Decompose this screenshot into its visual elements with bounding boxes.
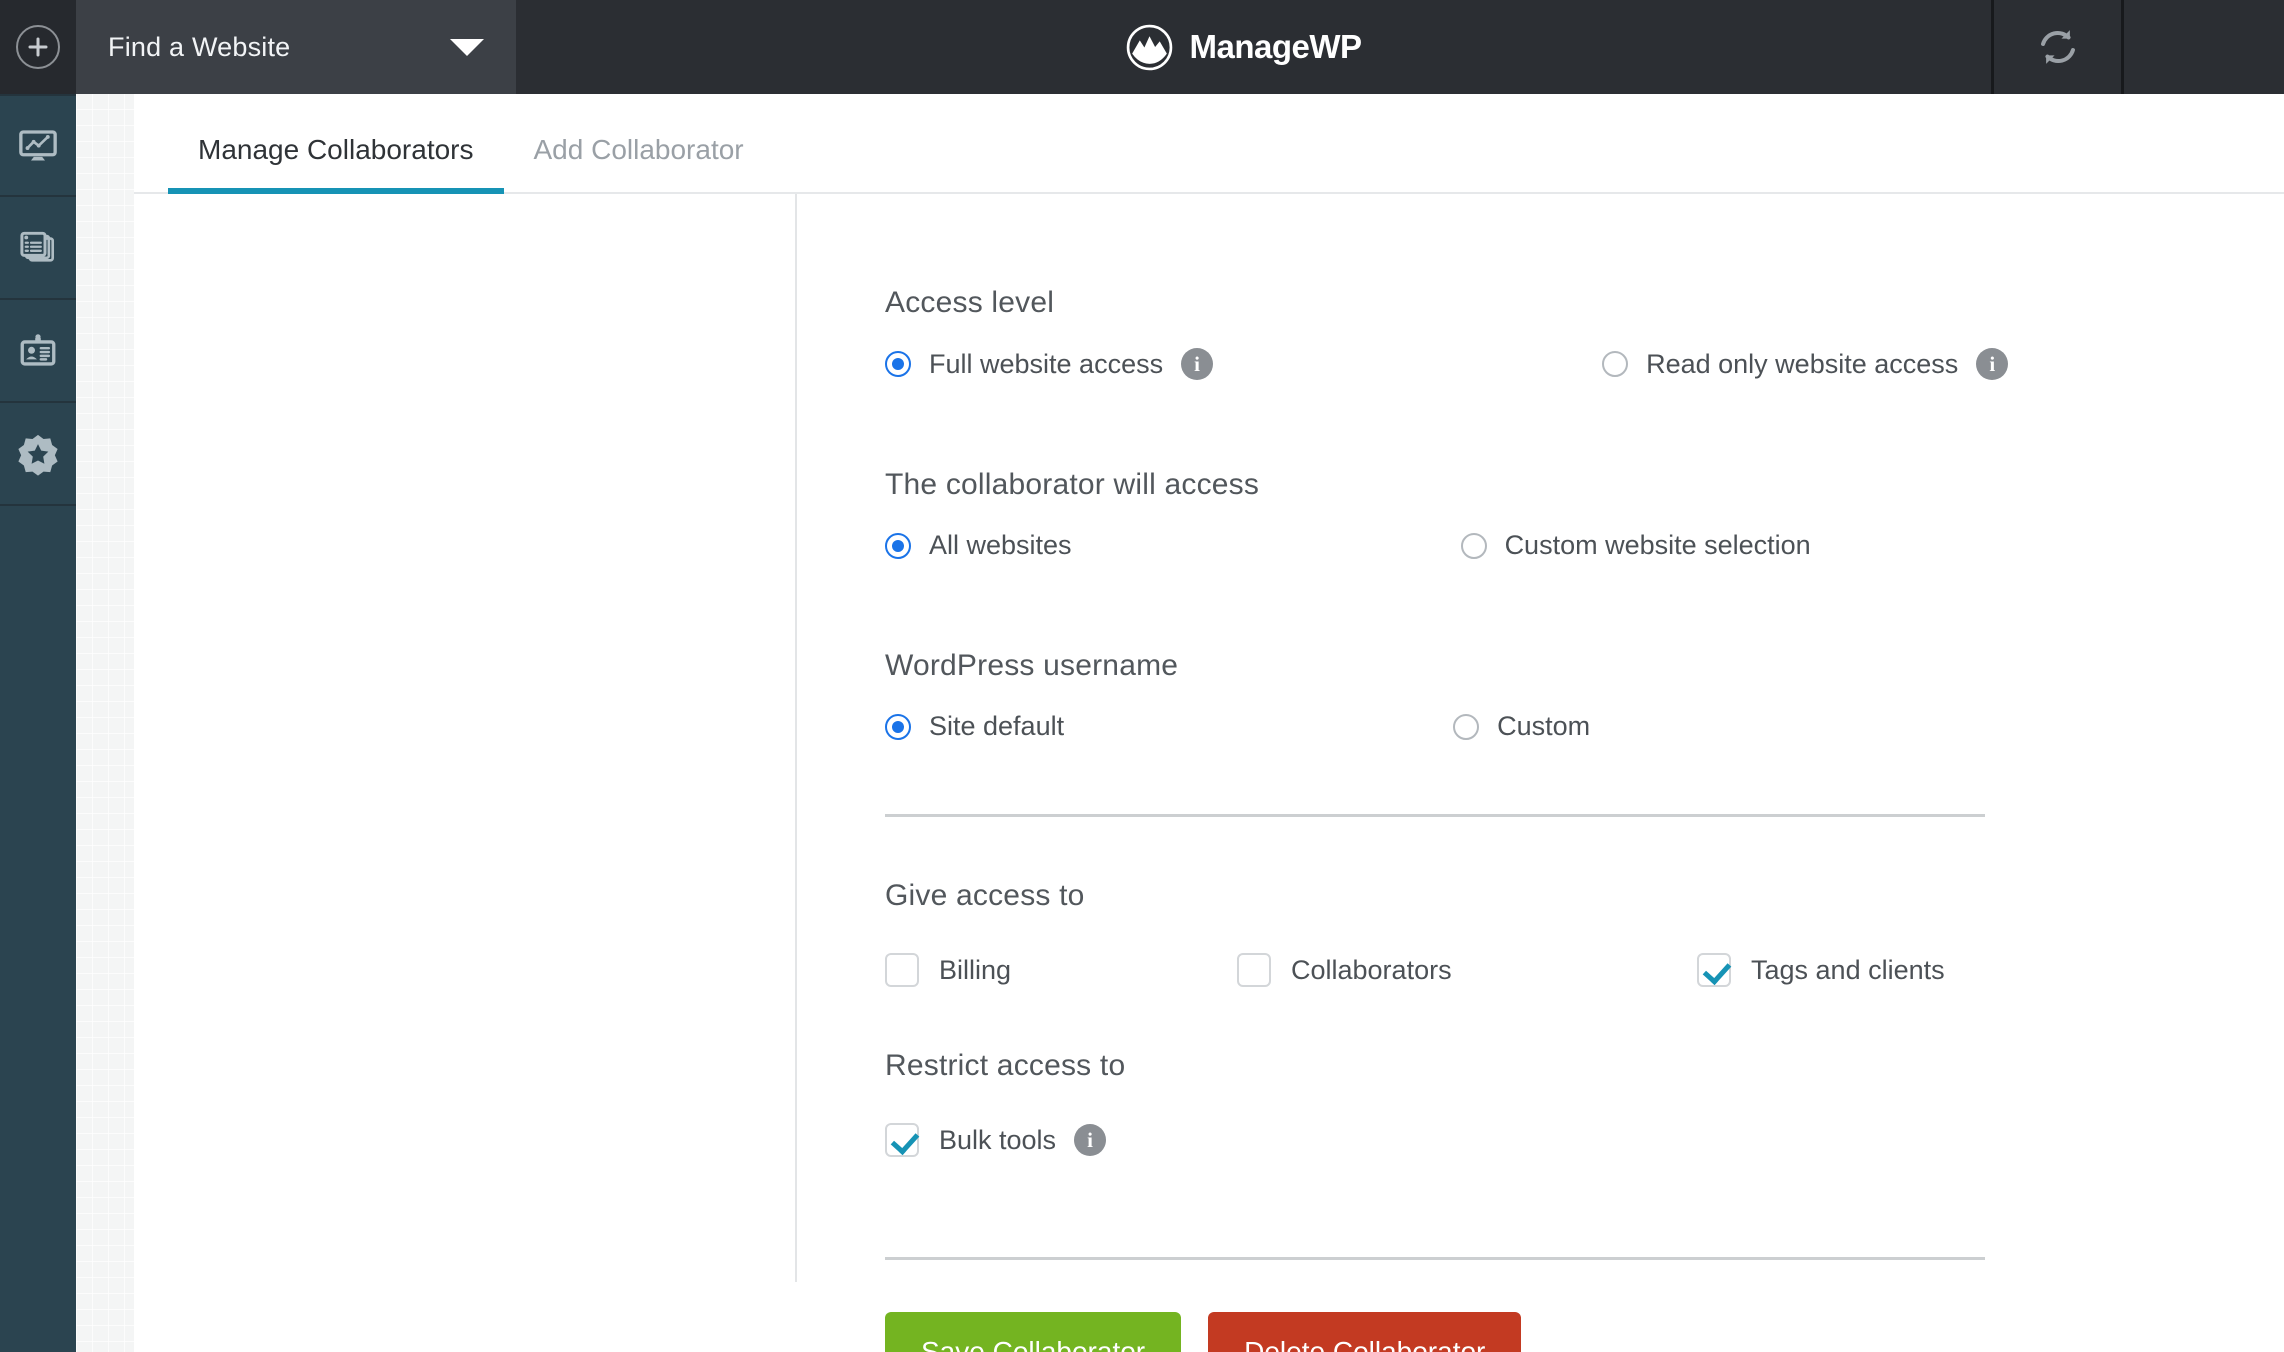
info-icon-read-only-website-access[interactable]: i — [1976, 348, 2009, 380]
sidebar-item-dashboard[interactable] — [0, 94, 76, 197]
radio-custom-username-label: Custom — [1497, 711, 1591, 741]
radio-custom-website-selection[interactable]: Custom website selection — [1460, 530, 1811, 561]
tab-manage-collaborators[interactable]: Manage Collaborators — [168, 134, 504, 194]
radio-full-website-access-label: Full website access — [929, 348, 1164, 379]
radio-read-only-website-access-label: Read only website access — [1646, 348, 1959, 379]
info-icon-full-website-access[interactable]: i — [1181, 348, 1214, 380]
radio-full-website-access-indicator[interactable] — [885, 351, 911, 377]
radio-all-websites[interactable]: All websites — [885, 530, 1072, 561]
checkbox-collaborators-label: Collaborators — [1291, 954, 1452, 985]
stacked-documents-icon — [20, 231, 55, 262]
sidebar-item-websites[interactable] — [0, 197, 76, 300]
brand-area: ManageWP — [516, 0, 1991, 94]
restrict-access-to-title: Restrict access to — [885, 1049, 1126, 1082]
radio-full-website-access[interactable]: Full website access i — [885, 348, 1214, 380]
add-website-button[interactable] — [0, 0, 76, 94]
plus-circle-icon — [16, 25, 60, 69]
access-level-title: Access level — [885, 286, 1055, 319]
checkbox-tags-and-clients-indicator[interactable] — [1697, 953, 1731, 987]
radio-custom-website-selection-label: Custom website selection — [1504, 530, 1811, 560]
managewp-mountain-logo — [1127, 24, 1173, 70]
give-access-to-options: Billing Collaborators Tags and clients — [885, 953, 2284, 987]
checkbox-tags-and-clients-label: Tags and clients — [1751, 954, 1945, 985]
save-collaborator-button[interactable]: Save Collaborator — [885, 1312, 1182, 1352]
sidebar-item-settings[interactable] — [0, 403, 76, 506]
wordpress-username-options: Site default Custom — [885, 711, 2284, 742]
checkbox-collaborators[interactable]: Collaborators — [1237, 953, 1697, 987]
sidebar-empty-space — [0, 506, 76, 1352]
section-give-access-to: Give access to Billing Collaborators Tag… — [885, 879, 2284, 987]
id-badge-icon — [20, 333, 56, 366]
radio-site-default[interactable]: Site default — [885, 711, 1064, 742]
checkbox-tags-and-clients[interactable]: Tags and clients — [1697, 953, 1945, 987]
section-restrict-access-to: Restrict access to Bulk tools i — [885, 1049, 2284, 1157]
radio-custom-username-indicator[interactable] — [1453, 713, 1480, 740]
managewp-collaborator-page: Find a Website ManageWP Manage Collabora… — [0, 0, 2284, 1352]
radio-custom-username[interactable]: Custom — [1453, 711, 1590, 742]
divider-above-give-access — [885, 814, 1985, 817]
checkbox-collaborators-indicator[interactable] — [1237, 953, 1271, 987]
collaborator-form: Access level Full website access i Read … — [797, 194, 2284, 1352]
checkbox-bulk-tools-label: Bulk tools — [939, 1124, 1057, 1155]
tab-manage-collaborators-label: Manage Collaborators — [198, 134, 474, 165]
radio-all-websites-indicator[interactable] — [885, 532, 911, 559]
delete-collaborator-button[interactable]: Delete Collaborator — [1208, 1312, 1522, 1352]
monitor-chart-icon — [19, 129, 57, 161]
checkbox-billing-label: Billing — [939, 954, 1012, 985]
brand-name: ManageWP — [1189, 28, 1362, 65]
radio-site-default-label: Site default — [929, 711, 1065, 741]
section-access-level: Access level Full website access i Read … — [885, 286, 2284, 380]
sidebar-item-clients[interactable] — [0, 300, 76, 403]
radio-all-websites-label: All websites — [929, 530, 1072, 560]
chevron-down-icon — [450, 38, 484, 56]
radio-site-default-indicator[interactable] — [885, 713, 911, 740]
left-sidebar — [0, 94, 76, 1352]
collaborator-will-access-options: All websites Custom website selection — [885, 530, 2284, 561]
checkbox-bulk-tools-indicator[interactable] — [885, 1123, 919, 1157]
info-icon-bulk-tools[interactable]: i — [1074, 1124, 1107, 1156]
checkbox-bulk-tools[interactable]: Bulk tools i — [885, 1123, 1107, 1157]
background-texture-strip — [76, 94, 134, 1352]
radio-custom-website-selection-indicator[interactable] — [1460, 532, 1487, 559]
collaborator-will-access-title: The collaborator will access — [885, 468, 1260, 501]
give-access-to-title: Give access to — [885, 879, 1085, 912]
tab-bar: Manage Collaborators Add Collaborator — [134, 94, 2284, 194]
managewp-logo[interactable]: ManageWP — [1125, 23, 1362, 72]
content-card: Manage Collaborators Add Collaborator Ac… — [134, 94, 2284, 1352]
tab-add-collaborator[interactable]: Add Collaborator — [504, 134, 774, 192]
site-picker-dropdown[interactable]: Find a Website — [76, 0, 516, 94]
section-collaborator-will-access: The collaborator will access All website… — [885, 468, 2284, 561]
top-bar: Find a Website ManageWP — [0, 0, 2284, 94]
sync-button[interactable] — [1991, 0, 2124, 94]
refresh-sync-icon — [2040, 30, 2075, 64]
site-picker-label: Find a Website — [108, 31, 291, 62]
radio-read-only-website-access-indicator[interactable] — [1602, 351, 1629, 377]
section-wordpress-username: WordPress username Site default Custom — [885, 649, 2284, 742]
star-gear-icon — [18, 434, 58, 476]
wordpress-username-title: WordPress username — [885, 649, 1179, 682]
access-level-options: Full website access i Read only website … — [885, 348, 2284, 380]
tab-add-collaborator-label: Add Collaborator — [533, 134, 744, 165]
checkbox-billing-indicator[interactable] — [885, 953, 919, 987]
divider-above-actions — [885, 1257, 1985, 1260]
radio-read-only-website-access[interactable]: Read only website access i — [1602, 348, 2009, 380]
restrict-access-to-options: Bulk tools i — [885, 1123, 2284, 1157]
checkbox-billing[interactable]: Billing — [885, 953, 1237, 987]
form-actions: Save Collaborator Delete Collaborator — [885, 1312, 2284, 1352]
